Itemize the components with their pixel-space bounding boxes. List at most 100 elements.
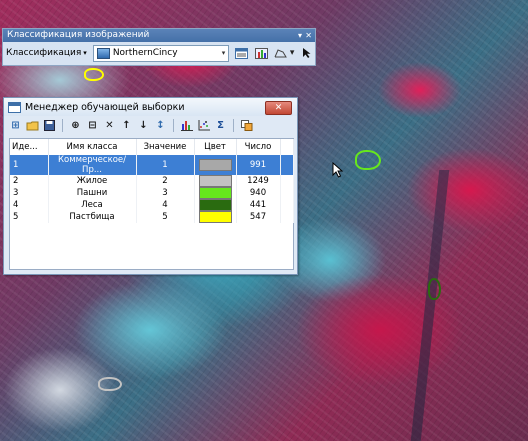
cell-value[interactable]: 1	[136, 155, 195, 175]
cell-color[interactable]	[194, 175, 237, 187]
cell-id[interactable]: 3	[10, 187, 49, 199]
raster-layer-icon	[96, 47, 110, 59]
layer-select[interactable]: NorthernCincy ▾	[92, 44, 230, 62]
cell-count[interactable]: 547	[236, 211, 281, 223]
cell-value-text: 2	[162, 176, 168, 186]
cell-value[interactable]: 5	[136, 211, 195, 223]
cell-value-text: 1	[162, 160, 168, 170]
column-header-class-name[interactable]: Имя класса	[48, 139, 137, 155]
toolbar-separator	[62, 118, 63, 132]
cell-id[interactable]: 4	[10, 199, 49, 211]
cell-count-text: 547	[249, 212, 267, 222]
cell-value[interactable]: 3	[136, 187, 195, 199]
cell-value-text: 3	[162, 188, 168, 198]
classification-menu-label: Классификация	[6, 48, 82, 58]
delete-icon[interactable]: ✕	[102, 118, 117, 133]
cell-class-name-text: Жилое	[76, 176, 108, 186]
cell-id[interactable]: 1	[10, 155, 49, 175]
training-polygon-darkgreen[interactable]	[428, 278, 441, 300]
manager-toolbar: ⊞ ⊕ ⊟ ✕ ↑ ↓ ↕ Σ	[4, 116, 297, 134]
color-swatch[interactable]	[198, 175, 232, 187]
cell-count-text: 1249	[247, 176, 269, 186]
close-button[interactable]: ✕	[265, 101, 292, 115]
cell-id-text: 5	[13, 212, 19, 222]
cell-class-name[interactable]: Леса	[48, 199, 137, 211]
table-row[interactable]: 1 Коммерческое/Пр... 1 991	[10, 155, 294, 175]
training-polygon-yellow[interactable]	[84, 68, 104, 81]
column-header-count[interactable]: Число	[236, 139, 281, 155]
training-polygon-gray[interactable]	[98, 377, 122, 391]
cell-value[interactable]: 4	[136, 199, 195, 211]
column-header-spacer	[280, 139, 294, 155]
cell-color[interactable]	[194, 211, 237, 223]
cell-id-text: 1	[13, 160, 19, 170]
split-icon[interactable]: ⊟	[85, 118, 100, 133]
move-down-icon[interactable]: ↓	[136, 118, 151, 133]
chevron-down-icon: ▾	[83, 49, 87, 57]
column-header-color[interactable]: Цвет	[194, 139, 237, 155]
training-samples-table: Иде... Имя класса Значение Цвет Число 1 К…	[10, 139, 294, 223]
window-icon	[8, 101, 21, 113]
cell-color[interactable]	[194, 187, 237, 199]
statistics-icon[interactable]: Σ	[213, 118, 228, 133]
color-swatch[interactable]	[198, 187, 232, 199]
cell-class-name-text: Пастбища	[69, 212, 115, 222]
cell-spacer	[280, 199, 294, 211]
cell-value[interactable]: 2	[136, 175, 195, 187]
cell-count[interactable]: 940	[236, 187, 281, 199]
cell-class-name[interactable]: Пашни	[48, 187, 137, 199]
save-icon[interactable]	[42, 118, 57, 133]
training-sample-manager-icon[interactable]	[233, 46, 249, 60]
cell-value-text: 5	[162, 212, 168, 222]
training-polygon-green[interactable]	[355, 150, 381, 170]
toolbar-separator	[173, 118, 174, 132]
cell-count[interactable]: 991	[236, 155, 281, 175]
cell-color[interactable]	[194, 155, 237, 175]
color-swatch[interactable]	[198, 211, 232, 223]
cell-class-name-text: Коммерческое/Пр...	[57, 155, 127, 175]
table-row[interactable]: 4 Леса 4 441	[10, 199, 294, 211]
color-swatch[interactable]	[198, 199, 232, 211]
toolbar-separator	[233, 118, 234, 132]
manager-title: Менеджер обучающей выборки	[25, 101, 185, 113]
cell-spacer	[280, 187, 294, 199]
table-row[interactable]: 2 Жилое 2 1249	[10, 175, 294, 187]
reset-class-values-icon[interactable]: ↕	[153, 118, 168, 133]
histogram-icon[interactable]	[253, 46, 269, 60]
cell-color[interactable]	[194, 199, 237, 211]
cell-id-text: 3	[13, 188, 19, 198]
manager-titlebar[interactable]: Менеджер обучающей выборки ✕	[4, 98, 297, 116]
open-folder-icon[interactable]	[25, 118, 40, 133]
table-row[interactable]: 3 Пашни 3 940	[10, 187, 294, 199]
cell-count-text: 940	[249, 188, 267, 198]
sketch-polygon-icon[interactable]	[273, 46, 289, 60]
create-signature-file-icon[interactable]	[239, 118, 254, 133]
dropdown-arrow-icon[interactable]: ▾	[289, 46, 295, 60]
merge-icon[interactable]: ⊕	[68, 118, 83, 133]
new-schema-icon[interactable]: ⊞	[8, 118, 23, 133]
cell-count-text: 991	[249, 160, 267, 170]
cell-count[interactable]: 441	[236, 199, 281, 211]
toolbar-titlebar[interactable]: Классификация изображений ▾ ✕	[3, 29, 315, 42]
image-classification-toolbar: Классификация изображений ▾ ✕ Классифика…	[2, 28, 316, 66]
toolbar-options-icon[interactable]: ▾	[298, 29, 302, 42]
scatterplots-icon[interactable]	[196, 118, 211, 133]
classification-menu[interactable]: Классификация ▾	[6, 48, 87, 58]
column-header-id[interactable]: Иде...	[10, 139, 49, 155]
cell-id[interactable]: 5	[10, 211, 49, 223]
select-pointer-icon[interactable]	[299, 46, 315, 60]
cell-class-name[interactable]: Коммерческое/Пр...	[48, 155, 137, 175]
cell-count[interactable]: 1249	[236, 175, 281, 187]
histograms-icon[interactable]	[179, 118, 194, 133]
river-feature	[410, 170, 450, 441]
column-header-value[interactable]: Значение	[136, 139, 195, 155]
toolbar-close-icon[interactable]: ✕	[305, 29, 312, 42]
cell-spacer	[280, 175, 294, 187]
color-swatch[interactable]	[198, 159, 232, 171]
cell-id[interactable]: 2	[10, 175, 49, 187]
cell-spacer	[280, 155, 294, 175]
cell-class-name[interactable]: Пастбища	[48, 211, 137, 223]
move-up-icon[interactable]: ↑	[119, 118, 134, 133]
table-row[interactable]: 5 Пастбища 5 547	[10, 211, 294, 223]
cell-class-name[interactable]: Жилое	[48, 175, 137, 187]
